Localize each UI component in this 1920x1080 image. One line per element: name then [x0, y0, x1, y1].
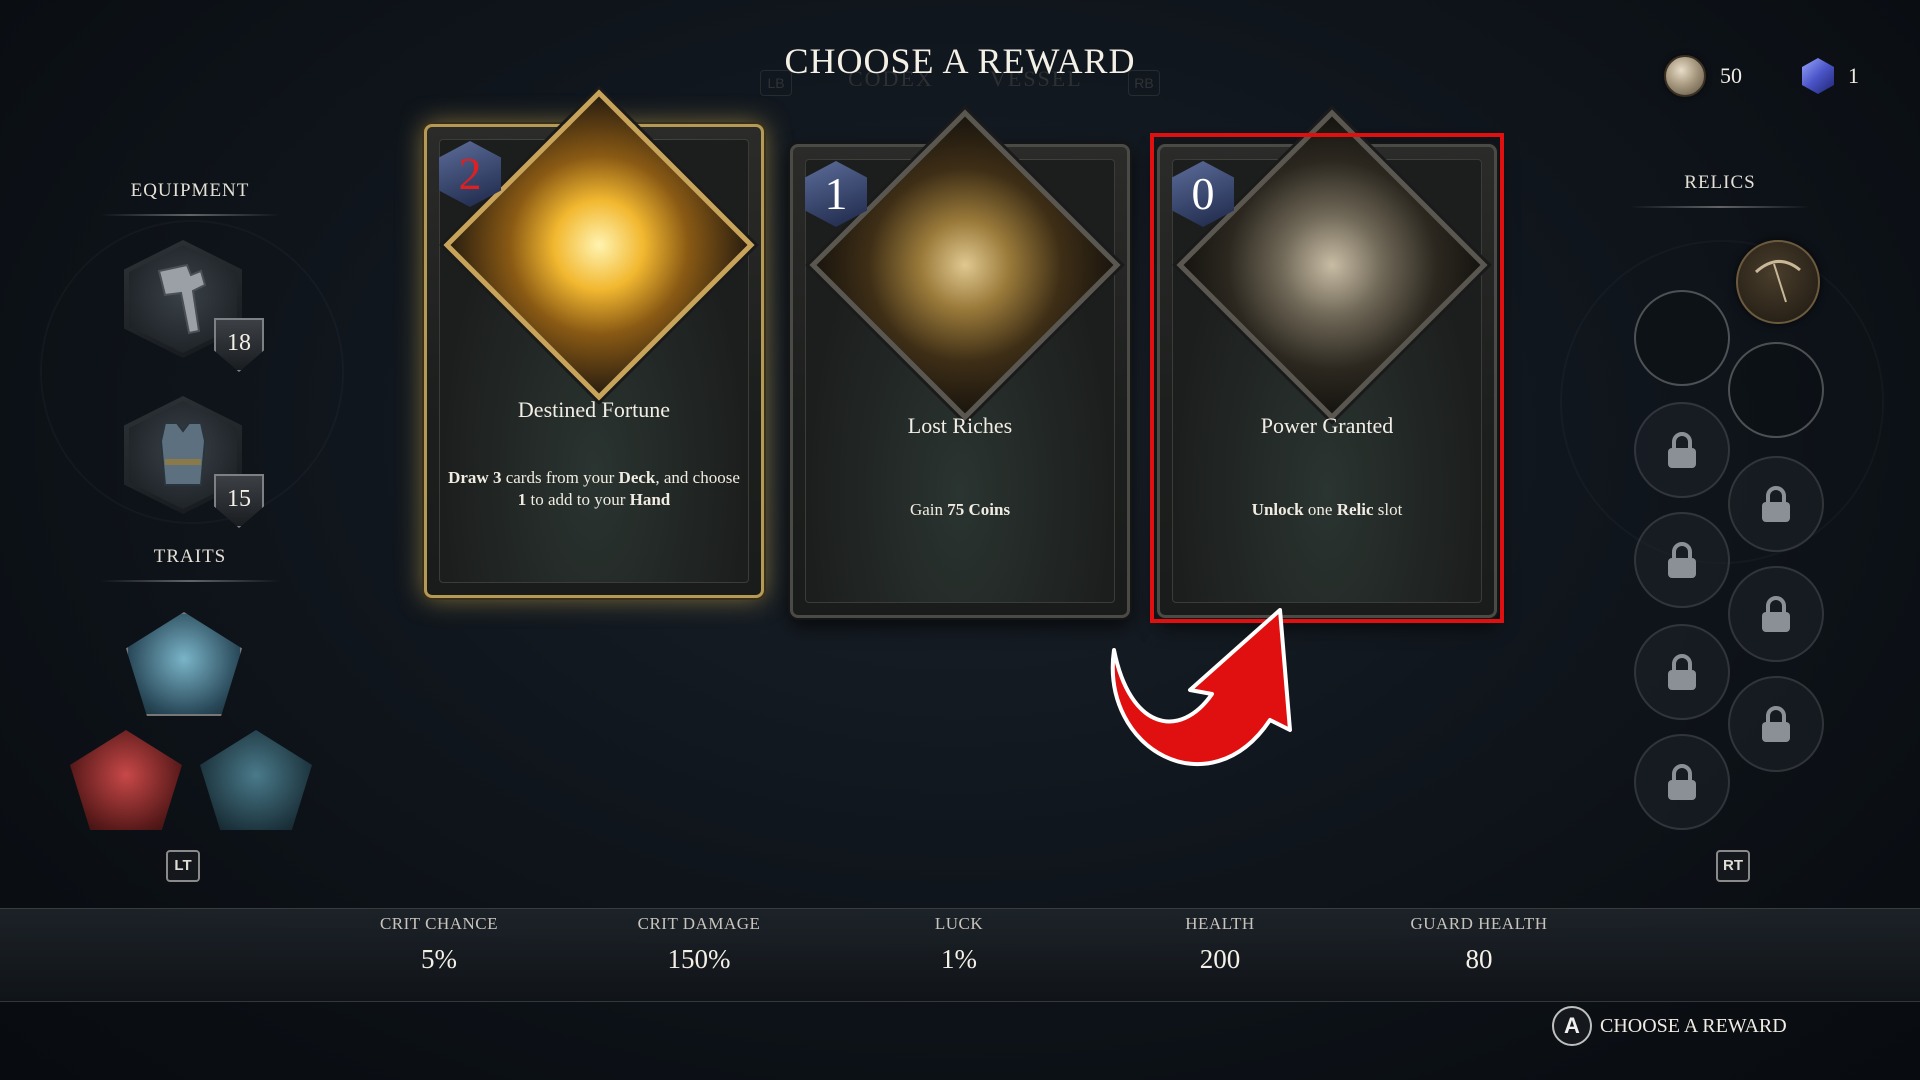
coin-icon — [1664, 55, 1706, 97]
traits-label: TRAITS — [153, 546, 227, 567]
lock-icon — [1668, 542, 1696, 578]
card-description: Draw 3 cards from your Deck, and choose … — [448, 468, 740, 509]
relics-label: RELICS — [1684, 172, 1756, 193]
stat-label: CRIT DAMAGE — [637, 914, 761, 933]
traits-divider — [100, 580, 280, 582]
choose-reward-prompt[interactable]: A CHOOSE A REWARD — [1552, 1006, 1787, 1046]
stats-bar: CRIT CHANCE 5% CRIT DAMAGE 150% LUCK 1% … — [0, 908, 1920, 1002]
equipment-divider — [100, 214, 280, 216]
relic-slot-locked-6 — [1728, 676, 1824, 772]
lt-button-hint[interactable]: LT — [166, 850, 200, 882]
card-title: Lost Riches — [907, 413, 1013, 438]
relic-slot-empty-1[interactable] — [1634, 290, 1730, 386]
stat-guard-health: GUARD HEALTH 80 — [1379, 909, 1579, 975]
reward-card-destined-fortune[interactable]: 2 Destined Fortune Draw 3 cards from you… — [424, 89, 764, 598]
bow-relic-icon[interactable] — [1736, 240, 1820, 324]
relics-divider — [1630, 206, 1810, 208]
stat-value: 80 — [1465, 944, 1493, 974]
lock-icon — [1762, 486, 1790, 522]
stat-crit-damage: CRIT DAMAGE 150% — [599, 909, 799, 975]
relic-slot-locked-7 — [1634, 734, 1730, 830]
lock-icon — [1668, 432, 1696, 468]
card-title: Destined Fortune — [517, 397, 671, 422]
relic-slot-locked-4 — [1728, 566, 1824, 662]
stat-label: GUARD HEALTH — [1410, 914, 1548, 933]
stat-crit-chance: CRIT CHANCE 5% — [339, 909, 539, 975]
coin-value: 50 — [1720, 63, 1742, 88]
stat-label: CRIT CHANCE — [379, 914, 499, 933]
relic-slot-locked-1 — [1634, 402, 1730, 498]
relic-slot-locked-5 — [1634, 624, 1730, 720]
coin-counter: 50 — [1664, 55, 1742, 97]
relic-slot-empty-2[interactable] — [1728, 342, 1824, 438]
lock-icon — [1762, 706, 1790, 742]
stat-health: HEALTH 200 — [1120, 909, 1320, 975]
stat-value: 5% — [421, 944, 457, 974]
stat-label: HEALTH — [1185, 914, 1255, 933]
red-arrow-icon — [1110, 608, 1292, 766]
lock-icon — [1762, 596, 1790, 632]
background-ornament-right — [1560, 240, 1884, 564]
equipment-label: EQUIPMENT — [130, 180, 250, 201]
lock-icon — [1668, 654, 1696, 690]
stat-luck: LUCK 1% — [859, 909, 1059, 975]
prompt-label: CHOOSE A REWARD — [1600, 1014, 1787, 1037]
a-button-icon[interactable]: A — [1552, 1006, 1592, 1046]
highlight-box — [1150, 133, 1504, 623]
stat-label: LUCK — [934, 914, 984, 933]
stat-value: 1% — [941, 944, 977, 974]
gem-icon — [1802, 58, 1834, 94]
rt-button-hint[interactable]: RT — [1716, 850, 1750, 882]
reward-card-lost-riches[interactable]: 1 Lost Riches Gain 75 Coins — [790, 109, 1130, 618]
lock-icon — [1668, 764, 1696, 800]
gem-counter: 1 — [1802, 58, 1859, 94]
card-description: Gain 75 Coins — [909, 500, 1011, 519]
relic-slot-locked-3 — [1634, 512, 1730, 608]
page-title: CHOOSE A REWARD — [784, 41, 1136, 81]
relic-slot-locked-2 — [1728, 456, 1824, 552]
gem-value: 1 — [1848, 63, 1859, 88]
stat-value: 150% — [667, 944, 731, 974]
stat-value: 200 — [1199, 944, 1241, 974]
